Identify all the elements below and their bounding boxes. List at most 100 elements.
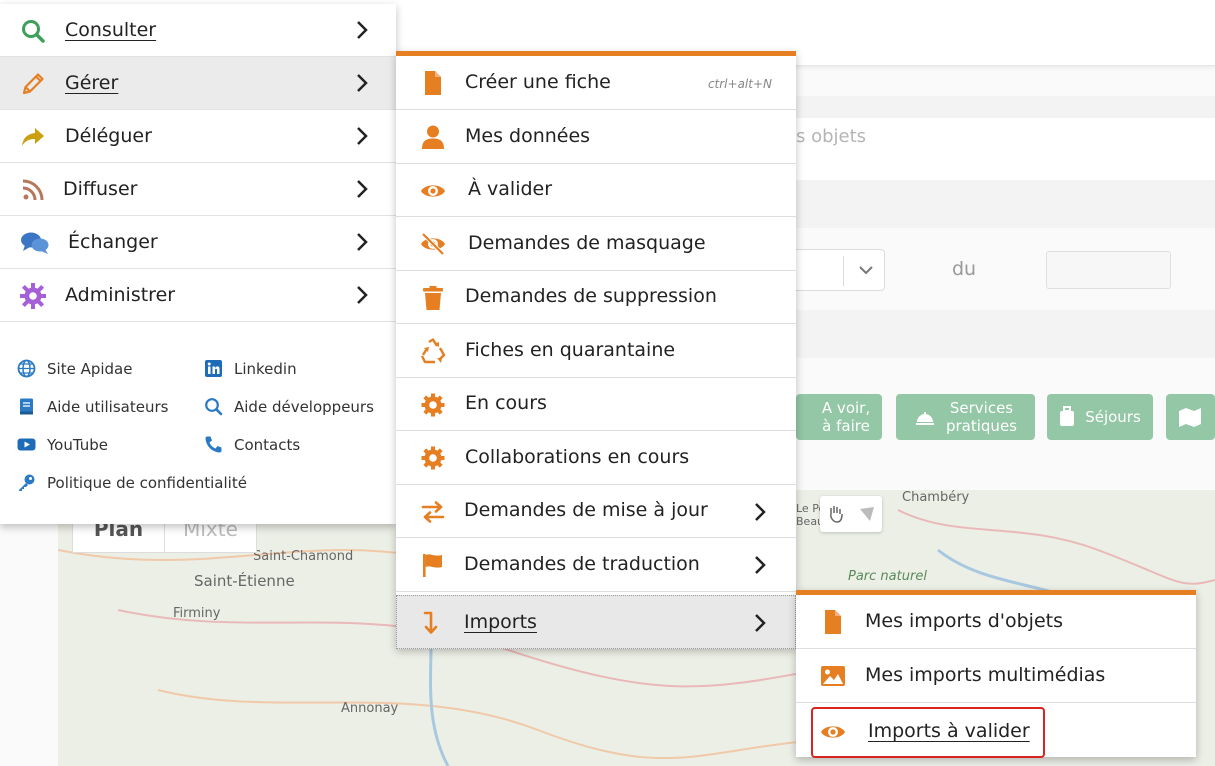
- map-place-label: Annonay: [341, 701, 399, 716]
- menu-item-label: Demandes de mise à jour: [464, 499, 708, 521]
- main-menu: Consulter Gérer Déléguer Diffuser Échang…: [0, 4, 396, 524]
- link-aide-utilisateurs[interactable]: Aide utilisateurs: [17, 397, 168, 416]
- menu-item-creer-une-fiche[interactable]: Créer une fiche ctrl+alt+N: [396, 56, 796, 110]
- search-icon: [205, 398, 223, 416]
- du-label: du: [952, 258, 977, 280]
- menu-item-a-valider[interactable]: À valider: [396, 164, 796, 217]
- map-icon: [1179, 408, 1201, 427]
- file-icon: [825, 610, 841, 634]
- date-input[interactable]: [1046, 251, 1171, 289]
- recycle-icon: [420, 338, 446, 364]
- link-label: Site Apidae: [47, 359, 133, 378]
- link-youtube[interactable]: YouTube: [17, 435, 108, 454]
- menu-item-label: Consulter: [65, 19, 157, 41]
- menu-item-demandes-de-suppression[interactable]: Demandes de suppression: [396, 271, 796, 324]
- menu-item-diffuser[interactable]: Diffuser: [0, 163, 396, 216]
- menu-item-demandes-de-masquage[interactable]: Demandes de masquage: [396, 217, 796, 271]
- exchange-icon: [421, 501, 445, 523]
- chevron-right-icon: [357, 286, 368, 304]
- map-place-label: Firminy: [173, 606, 221, 621]
- link-label: Aide développeurs: [234, 397, 374, 416]
- menu-item-mes-imports-objets[interactable]: Mes imports d'objets: [796, 595, 1196, 649]
- gear-icon: [20, 283, 46, 309]
- link-aide-developpeurs[interactable]: Aide développeurs: [204, 397, 374, 416]
- menu-item-label: Mes données: [465, 125, 591, 147]
- imports-submenu: Mes imports d'objets Mes imports multimé…: [796, 590, 1196, 758]
- menu-item-label: Mes imports d'objets: [865, 610, 1063, 632]
- link-site-apidae[interactable]: Site Apidae: [17, 359, 132, 378]
- menu-item-label: Gérer: [65, 72, 119, 94]
- link-linkedin[interactable]: Linkedin: [204, 359, 297, 378]
- chevron-right-icon: [755, 556, 766, 574]
- image-icon: [821, 666, 845, 686]
- menu-item-label: Imports: [464, 611, 537, 633]
- chevron-right-icon: [357, 127, 368, 145]
- menu-item-gerer[interactable]: Gérer: [0, 57, 396, 110]
- gear-icon: [421, 393, 445, 417]
- link-politique-confidentialite[interactable]: Politique de confidentialité: [17, 473, 247, 492]
- globe-icon: [17, 359, 36, 378]
- link-contacts[interactable]: Contacts: [204, 435, 300, 454]
- comments-icon: [21, 232, 49, 254]
- link-label: Aide utilisateurs: [47, 397, 169, 416]
- highlight-box: [811, 707, 1045, 758]
- chevron-right-icon: [357, 21, 368, 39]
- link-label: Politique de confidentialité: [47, 473, 247, 492]
- link-label: Linkedin: [234, 359, 297, 378]
- menu-item-imports[interactable]: Imports: [396, 595, 796, 649]
- menu-item-mes-imports-multimedias[interactable]: Mes imports multimédias: [796, 649, 1196, 703]
- file-icon: [425, 71, 441, 95]
- category-services-button[interactable]: Services pratiques: [896, 394, 1035, 440]
- gear-icon: [421, 446, 445, 470]
- menu-item-fiches-en-quarantaine[interactable]: Fiches en quarantaine: [396, 324, 796, 378]
- menu-item-label: À valider: [468, 178, 553, 200]
- pencil-icon: [22, 73, 44, 95]
- user-icon: [422, 125, 444, 149]
- category-a-voir-button[interactable]: A voir, à faire: [796, 394, 882, 440]
- menu-item-consulter[interactable]: Consulter: [0, 4, 396, 57]
- map-place-label: Parc naturel: [848, 569, 927, 584]
- menu-item-label: Demandes de traduction: [464, 553, 700, 575]
- category-label: Services pratiques: [945, 399, 1017, 435]
- book-icon: [20, 398, 33, 415]
- share-arrow-icon: [22, 128, 44, 146]
- menu-item-demandes-de-mise-a-jour[interactable]: Demandes de mise à jour: [396, 485, 796, 538]
- menu-item-deleguer[interactable]: Déléguer: [0, 110, 396, 163]
- menu-item-demandes-de-traduction[interactable]: Demandes de traduction: [396, 538, 796, 592]
- search-icon: [22, 20, 45, 43]
- category-sejours-button[interactable]: Séjours: [1047, 394, 1153, 440]
- menu-item-echanger[interactable]: Échanger: [0, 216, 396, 269]
- menu-item-label: Administrer: [65, 284, 176, 306]
- menu-item-label: Diffuser: [63, 178, 138, 200]
- eye-icon: [421, 185, 445, 197]
- menu-item-label: Mes imports multimédias: [865, 664, 1106, 686]
- key-icon: [19, 474, 35, 491]
- menu-item-label: Demandes de suppression: [465, 285, 717, 307]
- trash-icon: [423, 286, 443, 310]
- menu-item-label: Collaborations en cours: [465, 446, 690, 468]
- category-map-button[interactable]: [1166, 394, 1215, 440]
- eye-slash-icon: [421, 232, 445, 256]
- menu-item-en-cours[interactable]: En cours: [396, 378, 796, 431]
- map-place-label: Saint-Chamond: [253, 549, 354, 564]
- map-draw-tools: [820, 496, 882, 532]
- search-placeholder-fragment: s objets: [796, 126, 867, 147]
- menu-item-label: Créer une fiche: [465, 71, 611, 93]
- chevron-right-icon: [357, 233, 368, 251]
- link-label: YouTube: [47, 435, 108, 454]
- map-place-label: Chambéry: [902, 490, 970, 505]
- menu-item-mes-donnees[interactable]: Mes données: [396, 110, 796, 164]
- category-label: A voir, à faire: [821, 399, 871, 435]
- menu-item-administrer[interactable]: Administrer: [0, 269, 396, 322]
- map-place-label: Saint-Étienne: [194, 572, 295, 590]
- flag-icon: [423, 554, 442, 577]
- chevron-right-icon: [357, 74, 368, 92]
- keyboard-shortcut: ctrl+alt+N: [707, 77, 772, 91]
- phone-icon: [205, 436, 222, 453]
- polygon-icon[interactable]: [858, 505, 876, 523]
- youtube-icon: [17, 438, 36, 451]
- category-label: Séjours: [1085, 408, 1141, 426]
- hand-icon[interactable]: [827, 504, 845, 524]
- menu-item-label: En cours: [465, 392, 547, 414]
- menu-item-collaborations-en-cours[interactable]: Collaborations en cours: [396, 431, 796, 485]
